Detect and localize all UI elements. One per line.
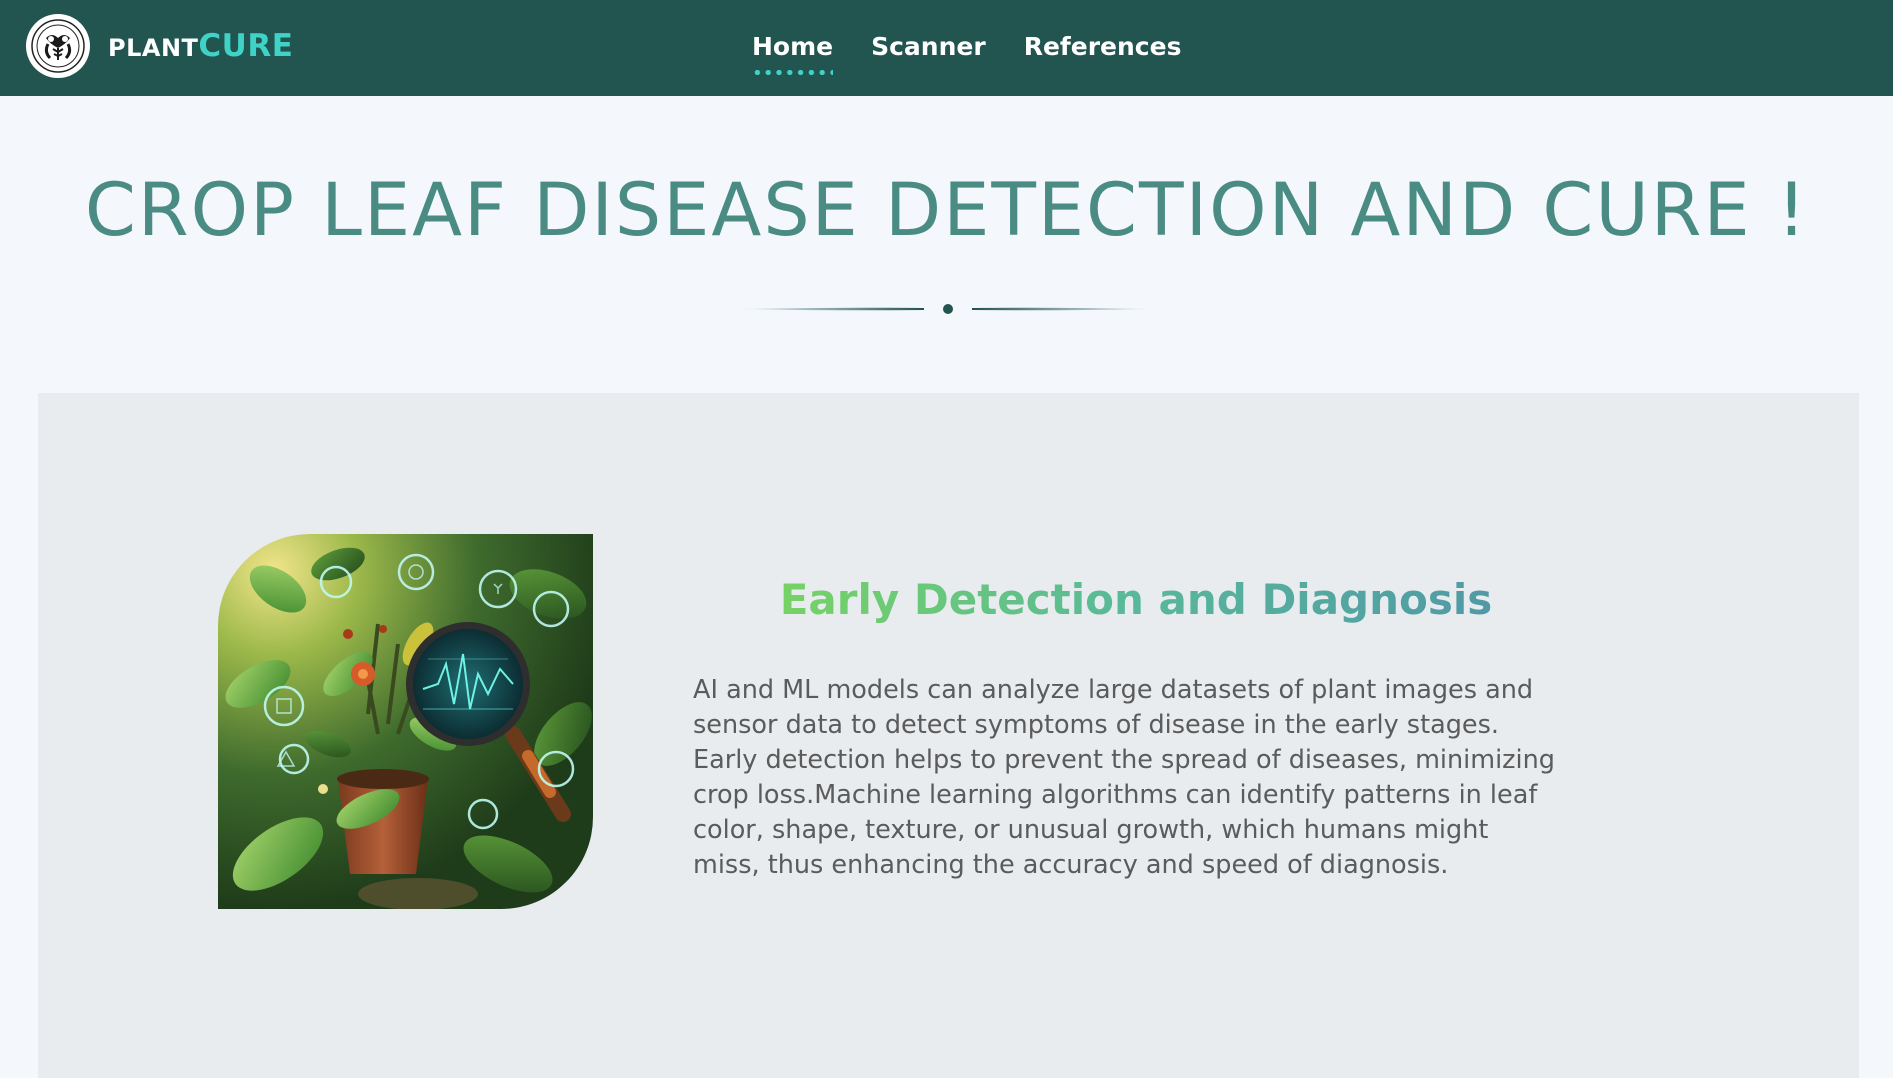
plant-magnifier-illustration [218, 534, 593, 909]
feature-title: Early Detection and Diagnosis [693, 575, 1579, 624]
feature-description: AI and ML models can analyze large datas… [693, 675, 1555, 880]
nav-link-home[interactable]: Home [752, 32, 834, 75]
brand-cure-text: CURE [198, 28, 294, 64]
nav-link-scanner[interactable]: Scanner [871, 32, 986, 75]
nav-links: Home Scanner References [752, 32, 1219, 75]
plant-logo-icon [26, 14, 90, 78]
top-navbar: PLANT CURE Home Scanner References [0, 0, 1893, 96]
brand-name: PLANT CURE [108, 28, 293, 64]
brand-plant-text: PLANT [108, 34, 199, 62]
page-title: CROP LEAF DISEASE DETECTION AND CURE ! [84, 168, 1809, 253]
title-divider [736, 304, 1156, 314]
nav-link-references[interactable]: References [1024, 32, 1182, 75]
brand-logo-link[interactable]: PLANT CURE [26, 14, 293, 78]
